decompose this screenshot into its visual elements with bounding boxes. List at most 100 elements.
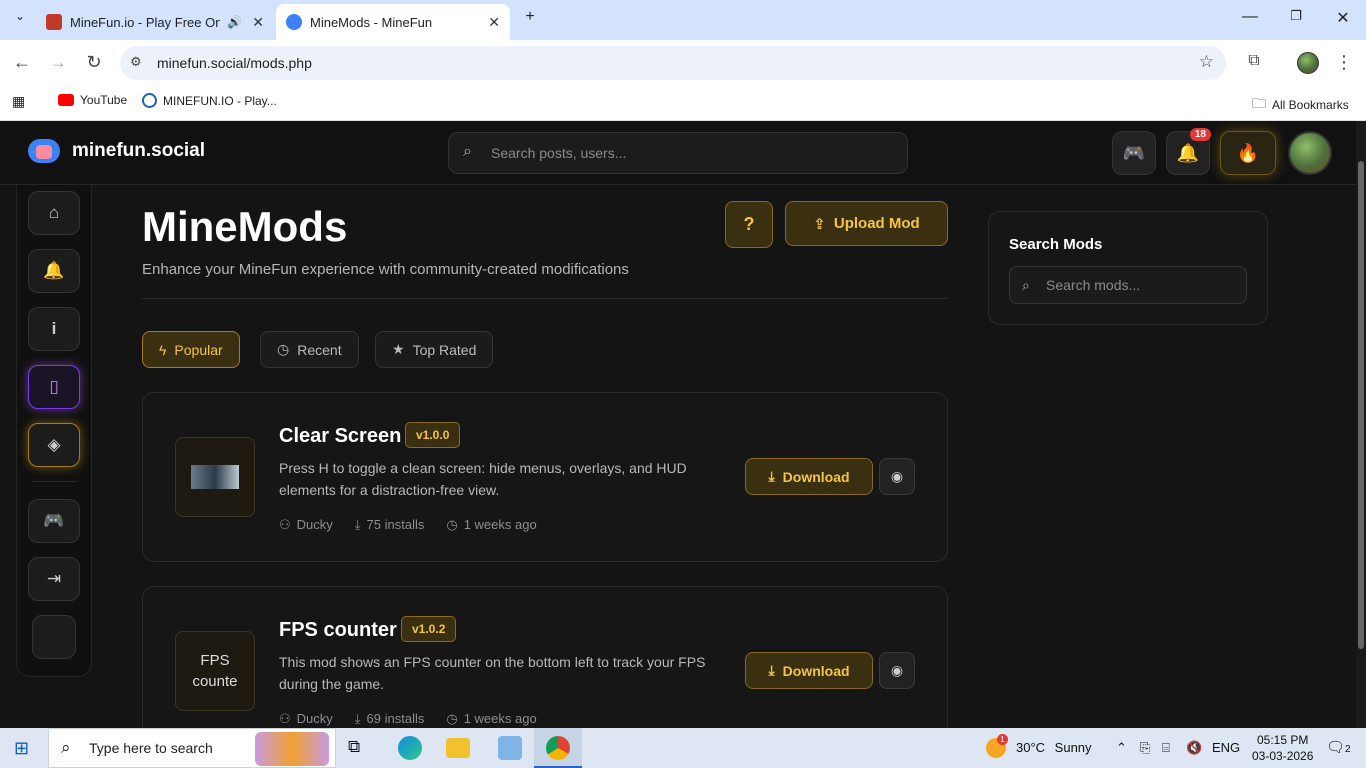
tray-language[interactable]: ENG [1212,740,1240,755]
discord-button[interactable]: 🎮 [1112,131,1156,175]
mod-card: FPS counte FPS counter v1.0.2 This mod s… [142,586,948,728]
user-avatar[interactable] [1288,131,1332,175]
filter-recent[interactable]: ◷ Recent [260,331,359,368]
site-info-icon[interactable]: ⚙ [130,54,142,70]
close-tab-icon[interactable]: ✕ [488,14,500,31]
chrome-taskbar-item[interactable] [534,728,582,768]
reload-icon[interactable]: ↻ [82,52,106,73]
search-mods-input[interactable]: ⌕ Search mods... [1009,266,1247,304]
installs: ⤓ 69 installs [355,711,425,727]
cloud-logo-icon [28,139,60,163]
forward-icon[interactable]: → [46,52,70,73]
age: ◷ 1 weeks ago [446,711,536,727]
tray-volume-muted-icon[interactable]: 🔇 [1186,740,1202,756]
star-icon: ★ [392,341,405,357]
tab-minefun-io[interactable]: MineFun.io - Play Free Online 🔊 ✕ [36,4,274,40]
restore-button[interactable]: ❐ [1284,8,1308,24]
preview-button[interactable]: ◉ [879,458,915,495]
sidebar-item-guide[interactable]: ▯ [28,365,80,409]
sidebar-item-discord[interactable]: 🎮 [28,499,80,543]
mod-thumbnail: FPS counte [175,631,255,711]
profile-avatar[interactable] [1297,52,1319,74]
back-icon[interactable]: ← [10,52,34,73]
file-explorer-icon[interactable] [446,738,470,758]
upload-mod-button[interactable]: ⇪ Upload Mod [785,201,948,246]
weather-text: Sunny [1054,740,1092,755]
search-icon: ⌕ [1022,277,1030,293]
site-brand[interactable]: minefun.social [28,139,205,163]
help-button[interactable]: ? [725,201,773,248]
tray-camera-icon[interactable]: ⎘ [1140,740,1150,756]
menu-icon[interactable]: ⋮ [1332,52,1356,73]
eye-icon: ◉ [890,468,904,484]
filter-top-rated[interactable]: ★ Top Rated [375,331,494,368]
sidebar-item-mods[interactable]: ◈ [28,423,80,467]
filter-popular[interactable]: ϟ Popular [142,331,240,368]
new-tab-button[interactable]: + [518,8,542,26]
bell-icon: 🔔 [1176,142,1200,163]
sidebar-item-notifications[interactable]: 🔔 [28,249,80,293]
version-badge: v1.0.2 [401,616,457,642]
close-tab-icon[interactable]: ✕ [252,14,264,31]
broken-image-alt: FPS counte [192,652,238,690]
minefun-icon [142,93,157,108]
scrollbar-thumb[interactable] [1358,161,1364,649]
task-view-icon[interactable]: ⧉ [348,737,372,761]
bookmark-label: MINEFUN.IO - Play... [163,93,277,108]
streak-button[interactable]: 🔥 [1220,131,1276,175]
search-highlight-image [255,732,329,766]
windows-start-icon[interactable]: ⊞ [14,738,29,759]
mod-name[interactable]: FPS counter [279,619,397,642]
action-center-icon[interactable]: 🗨2 [1326,738,1351,756]
clock-icon: ◷ [446,517,458,532]
mod-name[interactable]: Clear Screen [279,425,401,448]
address-bar[interactable]: ⚙ minefun.social/mods.php ☆ [120,46,1226,80]
site-search-input[interactable]: ⌕ Search posts, users... [448,132,908,174]
speaker-icon[interactable]: 🔊 [227,15,242,29]
age-text: 1 weeks ago [463,517,537,532]
youtube-icon [58,94,74,106]
minimize-button[interactable]: — [1238,8,1262,26]
app-icon[interactable] [498,736,522,760]
filter-label: Recent [297,341,342,358]
sidebar-item-home[interactable]: ⌂ [28,191,80,235]
search-icon: ⌕ [463,143,472,160]
sidebar-item-logout[interactable]: ⇥ [28,557,80,601]
tray-chevron-icon[interactable]: ⌃ [1116,740,1127,756]
tray-clock[interactable]: 05:15 PM 03-03-2026 [1252,732,1313,764]
extensions-icon[interactable]: ⧉ [1242,52,1266,70]
apps-grid-icon[interactable]: ▦ [12,93,25,110]
chrome-icon [546,736,570,760]
bookmark-star-icon[interactable]: ☆ [1199,52,1214,72]
author[interactable]: ⚇ Ducky [279,517,333,533]
taskbar-search[interactable]: ⌕ Type here to search [48,728,336,768]
sidebar-item-info[interactable]: i [28,307,80,351]
all-bookmarks[interactable]: 🗀 All Bookmarks [1252,93,1349,117]
download-button[interactable]: ⤓ Download [745,652,873,689]
bookmark-youtube[interactable]: YouTube [58,93,127,107]
close-window-button[interactable]: ✕ [1331,8,1355,28]
notifications-button[interactable]: 🔔 18 [1166,128,1211,175]
filter-label: Popular [174,341,223,358]
bookmark-minefun[interactable]: MINEFUN.IO - Play... [142,93,277,108]
search-mods-panel: Search Mods ⌕ Search mods... [988,211,1268,325]
tab-search-button[interactable]: ⌄ [8,9,32,23]
preview-button[interactable]: ◉ [879,652,915,689]
sidebar-avatar[interactable] [32,615,76,659]
weather-widget[interactable]: 30°C Sunny [1016,740,1092,755]
author[interactable]: ⚇ Ducky [279,711,333,727]
edge-icon[interactable] [398,736,422,760]
installs: ⤓ 75 installs [355,517,425,533]
download-icon: ⤓ [768,662,775,678]
tray-network-icon[interactable]: ⌸ [1162,740,1170,756]
page-scrollbar[interactable] [1356,121,1366,728]
download-label: Download [782,662,850,679]
tab-minemods[interactable]: MineMods - MineFun ✕ [276,4,510,40]
all-bookmarks-label: All Bookmarks [1272,98,1349,112]
clock-icon: ◷ [446,711,458,726]
site-header: minefun.social ⌕ Search posts, users... … [0,121,1356,185]
mods-cube-icon: ◈ [47,435,61,454]
logout-icon: ⇥ [46,569,62,588]
notification-count: 2 [1345,744,1351,755]
download-button[interactable]: ⤓ Download [745,458,873,495]
